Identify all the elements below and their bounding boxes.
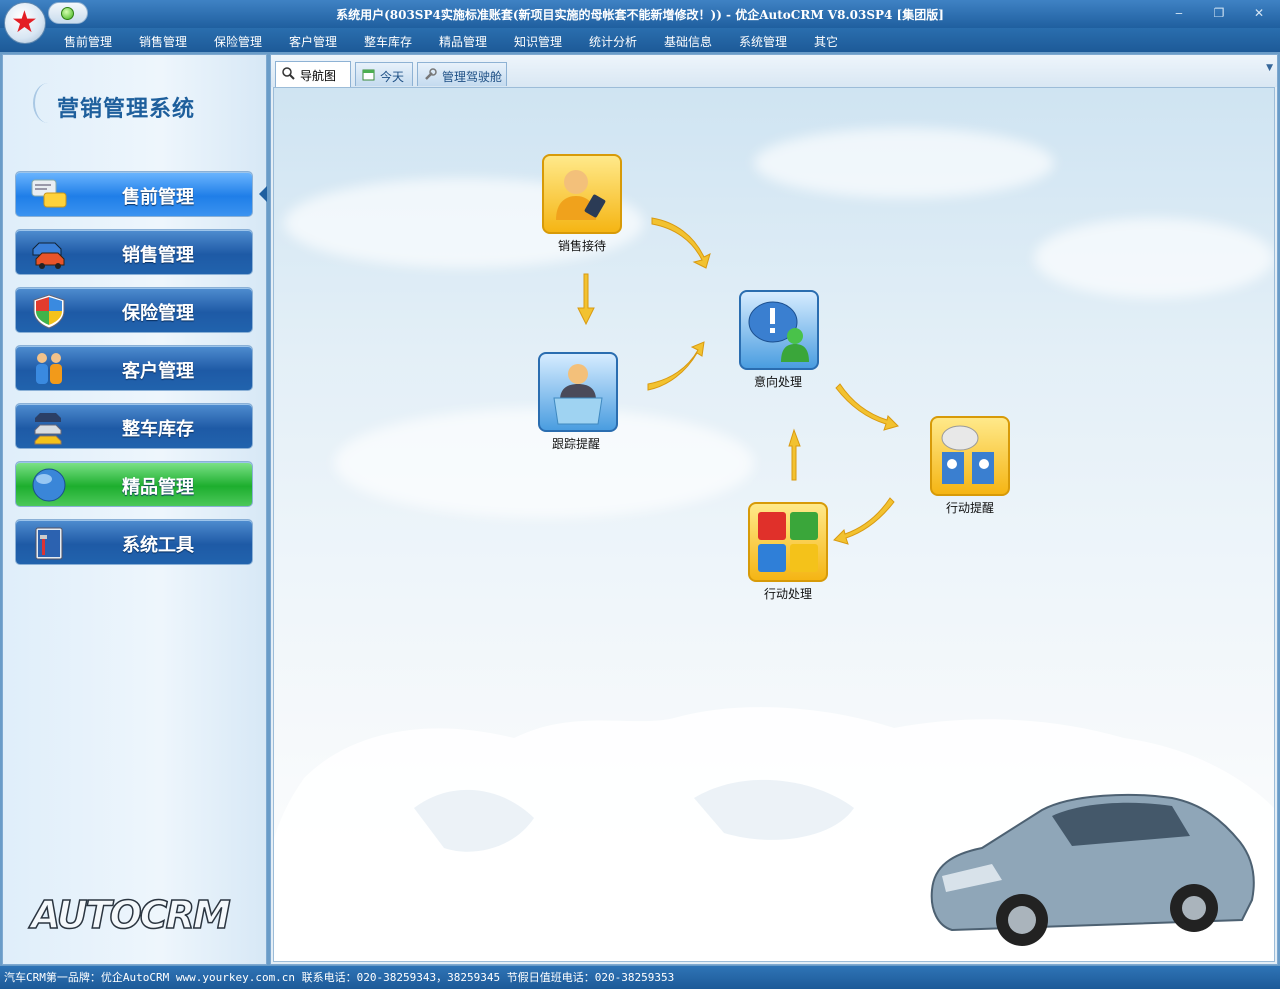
toolbox-icon	[35, 527, 63, 560]
sidebar-title: 营销管理系统	[57, 97, 196, 122]
tab-management-cockpit[interactable]: 管理驾驶舱	[417, 62, 507, 86]
flow-node-label: 行动提醒	[946, 501, 995, 515]
sidebar-item-label: 销售管理	[122, 245, 194, 266]
shield-icon	[33, 294, 65, 329]
sidebar-item-customer[interactable]: 客户管理	[15, 345, 253, 391]
tab-dropdown-icon[interactable]: ▼	[1266, 63, 1273, 73]
stacked-cars-icon	[34, 413, 62, 445]
minimize-icon[interactable]: ‒	[1168, 4, 1190, 22]
flow-node-label: 销售接待	[558, 239, 607, 253]
tab-label: 管理驾驶舱	[442, 70, 503, 84]
menu-accessory[interactable]: 精品管理	[439, 33, 487, 50]
chat-people-icon	[941, 425, 994, 484]
status-text: 汽车CRM第一品牌：优企AutoCRM www.yourkey.com.cn 联…	[4, 971, 675, 984]
menu-system[interactable]: 系统管理	[739, 33, 787, 50]
tab-label: 导航图	[300, 69, 337, 83]
cars-icon	[32, 242, 65, 269]
flow-node-label: 意向处理	[754, 375, 803, 389]
menu-knowledge[interactable]: 知识管理	[514, 33, 562, 50]
flow-node-label: 跟踪提醒	[552, 437, 601, 451]
arrow-left-down-icon	[833, 497, 895, 545]
app-logo-icon[interactable]: ★	[4, 2, 46, 44]
sidebar-item-label: 精品管理	[122, 477, 194, 498]
sidebar-item-label: 系统工具	[122, 535, 194, 556]
navigation-map-canvas: 销售接待 跟踪提醒 意向处理 行动提醒 行动处理	[273, 87, 1275, 962]
arrow-right-up-icon	[647, 341, 705, 391]
wrench-icon	[425, 68, 437, 80]
close-icon[interactable]: ✕	[1248, 4, 1270, 22]
magnifier-icon	[282, 67, 295, 80]
menu-insurance[interactable]: 保险管理	[214, 33, 262, 50]
menu-statistics[interactable]: 统计分析	[589, 33, 637, 50]
autocrm-logo: AUTOCRM	[30, 892, 231, 938]
restore-icon[interactable]: ❐	[1208, 4, 1230, 22]
main-content: 导航图 今天 管理驾驶舱 ▼ 销售接待 跟踪提醒 意向处理 行动提醒 行动处理	[270, 54, 1278, 965]
car-illustration	[930, 793, 1255, 946]
reception-person-phone-icon	[556, 170, 606, 220]
arrow-down-icon	[577, 273, 595, 326]
flow-node-follow-up[interactable]	[538, 352, 618, 432]
flow-node-intent-handling[interactable]	[739, 290, 819, 370]
speech-bubble-user-icon	[748, 301, 809, 362]
sidebar-item-presale[interactable]: 售前管理	[15, 171, 253, 217]
arrow-right-down-icon	[651, 217, 711, 269]
sidebar-item-tools[interactable]: 系统工具	[15, 519, 253, 565]
sidebar-item-insurance[interactable]: 保险管理	[15, 287, 253, 333]
sidebar: 营销管理系统 售前管理 销售管理 保险管理 客户管理 整车库存 精品管理 系统工…	[2, 54, 267, 965]
flow-node-action-reminder[interactable]	[930, 416, 1010, 496]
sidebar-item-label: 客户管理	[122, 361, 194, 382]
globe-icon	[32, 468, 66, 502]
sidebar-item-label: 售前管理	[122, 187, 194, 208]
status-bar: 汽车CRM第一品牌：优企AutoCRM www.yourkey.com.cn 联…	[0, 966, 1280, 989]
sidebar-item-accessory[interactable]: 精品管理	[15, 461, 253, 507]
active-indicator-icon	[259, 186, 267, 202]
menu-customer[interactable]: 客户管理	[289, 33, 337, 50]
menu-bar: 售前管理 销售管理 保险管理 客户管理 整车库存 精品管理 知识管理 统计分析 …	[0, 28, 1280, 52]
calendar-icon	[362, 69, 375, 81]
window-title: 系统用户(803SP4实施标准账套(新项目实施的母帐套不能新增修改！)) - 优…	[336, 8, 944, 22]
people-icon	[36, 353, 62, 384]
menu-sales[interactable]: 销售管理	[139, 33, 187, 50]
menu-basic-info[interactable]: 基础信息	[664, 33, 712, 50]
sidebar-item-label: 保险管理	[122, 303, 194, 324]
arrow-up-icon	[788, 428, 801, 481]
title-bar: 系统用户(803SP4实施标准账套(新项目实施的母帐套不能新增修改！)) - 优…	[0, 0, 1280, 28]
windows-tiles-icon	[758, 512, 818, 572]
tab-today[interactable]: 今天	[355, 62, 413, 86]
menu-inventory[interactable]: 整车库存	[364, 33, 412, 50]
arrow-right-down-icon	[835, 383, 899, 431]
operator-desk-icon	[553, 364, 603, 425]
menu-presale[interactable]: 售前管理	[64, 33, 112, 50]
tab-navigation-map[interactable]: 导航图	[275, 61, 351, 87]
sidebar-item-inventory[interactable]: 整车库存	[15, 403, 253, 449]
menu-other[interactable]: 其它	[814, 33, 838, 50]
sidebar-item-label: 整车库存	[122, 419, 194, 440]
tab-label: 今天	[380, 70, 405, 84]
flow-node-label: 行动处理	[764, 587, 813, 601]
sidebar-item-sales[interactable]: 销售管理	[15, 229, 253, 275]
flow-node-action-handling[interactable]	[748, 502, 828, 582]
tab-strip: 导航图 今天 管理驾驶舱 ▼	[271, 55, 1277, 87]
flow-node-sales-reception[interactable]	[542, 154, 622, 234]
chat-bubbles-icon	[31, 179, 67, 208]
